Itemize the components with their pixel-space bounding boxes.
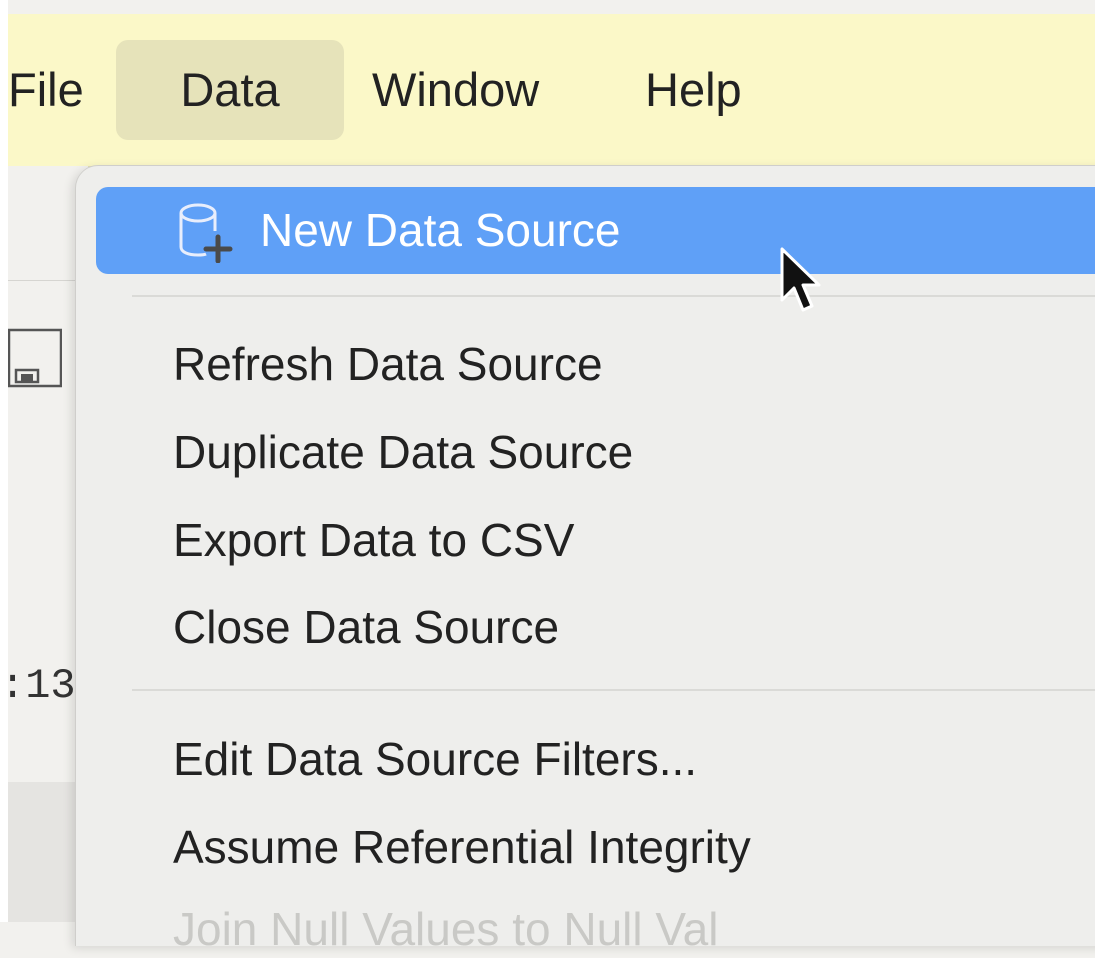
menu-item-label: Join Null Values to Null Val [173,903,719,955]
menu-item-label: Close Data Source [173,601,560,653]
menu-data[interactable]: Data [116,40,344,140]
menu-help[interactable]: Help [645,14,742,166]
menu-item-close-data-source[interactable]: Close Data Source [76,600,1095,656]
menu-item-label: Edit Data Source Filters... [173,733,698,785]
background-partial-text: :13 [0,662,76,710]
menu-item-label: Refresh Data Source [173,338,603,390]
menu-window[interactable]: Window [372,14,539,166]
menu-item-duplicate-data-source[interactable]: Duplicate Data Source [76,425,1095,481]
menu-separator [132,295,1095,297]
menu-bar: File Data Window Help [8,14,1095,167]
menu-separator [132,689,1095,691]
menu-item-refresh-data-source[interactable]: Refresh Data Source [76,337,1095,393]
mouse-cursor-icon [780,247,821,312]
data-menu-dropdown: New Data Source Refresh Data Source Dupl… [76,166,1095,955]
database-add-icon [179,203,233,263]
menu-item-export-data-to-csv[interactable]: Export Data to CSV [76,513,1095,569]
menu-item-label: Assume Referential Integrity [173,821,751,873]
menu-item-new-data-source[interactable]: New Data Source [96,187,1095,274]
window-layout-icon[interactable] [8,328,62,388]
menu-item-label: New Data Source [260,204,621,256]
menu-item-label: Export Data to CSV [173,514,575,566]
menu-file[interactable]: File [8,14,84,166]
menu-item-edit-data-source-filters[interactable]: Edit Data Source Filters... [76,732,1095,788]
menu-data-label: Data [180,63,280,116]
menu-item-label: Duplicate Data Source [173,426,634,478]
menu-item-assume-referential-integrity[interactable]: Assume Referential Integrity [76,820,1095,876]
menu-item-join-null-values[interactable]: Join Null Values to Null Val [76,902,1095,958]
window-edge [0,0,8,922]
